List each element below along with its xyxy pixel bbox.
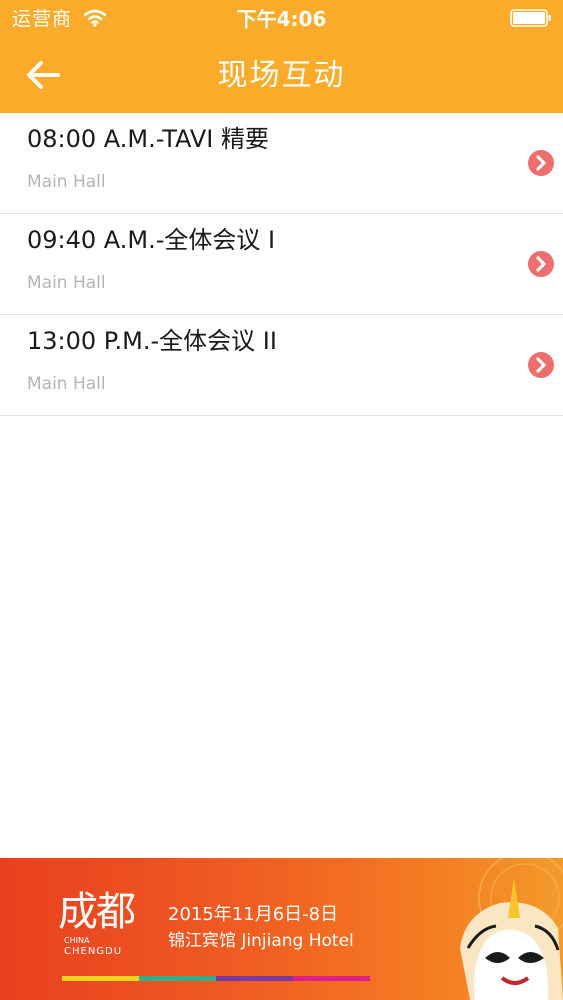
stripe-yellow	[62, 976, 139, 981]
session-venue: Main Hall	[27, 273, 106, 293]
session-title: 09:40 A.M.-全体会议 I	[27, 226, 276, 254]
chevron-right-icon	[528, 251, 554, 277]
opera-mask-illustration	[460, 858, 563, 1000]
logo-text: 成都	[58, 889, 136, 935]
session-list: 08:00 A.M.-TAVI 精要 Main Hall 09:40 A.M.-…	[0, 113, 563, 416]
screen: 运营商 下午4:06 现场互动 08:00 A.M.-TAVI 精要 Main …	[0, 0, 563, 1000]
session-item-0940[interactable]: 09:40 A.M.-全体会议 I Main Hall	[0, 214, 563, 315]
logo-chengdu-label: CHENGDU	[64, 946, 123, 957]
session-item-0800[interactable]: 08:00 A.M.-TAVI 精要 Main Hall	[0, 113, 563, 214]
session-venue: Main Hall	[27, 172, 106, 192]
chevron-right-icon	[528, 150, 554, 176]
banner-venue: 锦江宾馆 Jinjiang Hotel	[168, 931, 354, 951]
stripe-purple	[216, 976, 293, 981]
chevron-right-icon	[528, 352, 554, 378]
nav-bar: 现场互动	[0, 38, 563, 113]
chengdu-logo: 成都 CHINA CHENGDU	[58, 888, 158, 958]
event-banner[interactable]: 成都 CHINA CHENGDU 2015年11月6日-8日 锦江宾馆 Jinj…	[0, 858, 563, 1000]
session-venue: Main Hall	[27, 374, 106, 394]
status-bar: 运营商 下午4:06	[0, 0, 563, 38]
status-time: 下午4:06	[236, 7, 327, 31]
logo-china-label: CHINA	[64, 936, 90, 945]
session-item-1300[interactable]: 13:00 P.M.-全体会议 II Main Hall	[0, 315, 563, 416]
color-stripes	[62, 976, 370, 981]
banner-date: 2015年11月6日-8日	[168, 904, 339, 925]
page-title: 现场互动	[217, 58, 346, 93]
session-title: 13:00 P.M.-全体会议 II	[27, 327, 277, 355]
stripe-green	[139, 976, 216, 981]
session-title: 08:00 A.M.-TAVI 精要	[27, 125, 270, 153]
battery-icon	[510, 9, 551, 27]
stripe-magenta	[293, 976, 370, 981]
header: 运营商 下午4:06 现场互动	[0, 0, 563, 113]
